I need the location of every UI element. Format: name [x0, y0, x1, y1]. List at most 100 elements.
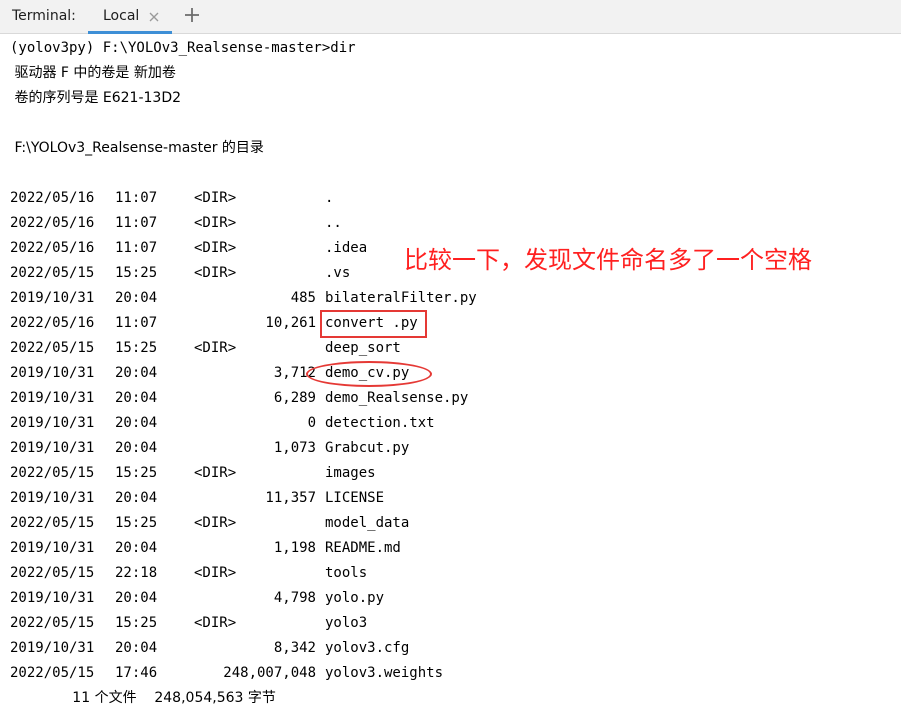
entry-time: 20:04 [115, 390, 158, 406]
entry-name: detection.txt [325, 415, 435, 431]
entry-date: 2022/05/15 [10, 665, 95, 681]
annotation-text: 比较一下，发现文件命名多了一个空格 [404, 246, 812, 274]
entry-name: yolov3.weights [325, 665, 444, 681]
entry-date: 2019/10/31 [10, 440, 95, 456]
directory-entry: 2019/10/31 20:04 11,357 LICENSE [10, 489, 890, 507]
terminal-output[interactable]: (yolov3py) F:\YOLOv3_Realsense-master>di… [0, 34, 901, 721]
entry-name: .. [325, 215, 342, 231]
entry-name: . [325, 190, 334, 206]
entry-type: <DIR> [194, 215, 237, 231]
entry-size: 248,007,048 [223, 665, 316, 681]
entry-name: model_data [325, 515, 410, 531]
entry-time: 15:25 [115, 515, 158, 531]
entry-name: .idea [325, 240, 368, 256]
entry-time: 20:04 [115, 365, 158, 381]
directory-entry: 2022/05/15 15:25 <DIR> images [10, 464, 890, 482]
entry-time: 11:07 [115, 190, 158, 206]
summary-line: 11 个文件 248,054,563 字节 [10, 690, 276, 706]
entry-time: 15:25 [115, 340, 158, 356]
directory-entry: 2022/05/15 15:25 <DIR> model_data [10, 514, 890, 532]
entry-time: 15:25 [115, 465, 158, 481]
directory-entry: 2019/10/31 20:04 1,073 Grabcut.py [10, 439, 890, 457]
directory-entry: 2019/10/31 20:04 6,289 demo_Realsense.py [10, 389, 890, 407]
entry-time: 11:07 [115, 240, 158, 256]
tab-label: Local [103, 8, 140, 24]
entry-size: 4,798 [273, 590, 316, 606]
entry-time: 20:04 [115, 640, 158, 656]
entry-type: <DIR> [194, 240, 237, 256]
entry-time: 20:04 [115, 590, 158, 606]
directory-entry: 2019/10/31 20:04 485 bilateralFilter.py [10, 289, 890, 307]
directory-entry: 2019/10/31 20:04 1,198 README.md [10, 539, 890, 557]
entry-name: LICENSE [325, 490, 385, 506]
entry-date: 2019/10/31 [10, 490, 95, 506]
prompt-line: (yolov3py) F:\YOLOv3_Realsense-master>di… [10, 40, 356, 56]
directory-entry: 2019/10/31 20:04 3,712 demo_cv.py [10, 364, 890, 382]
close-icon[interactable] [147, 9, 161, 23]
entry-date: 2022/05/15 [10, 615, 95, 631]
entry-name: bilateralFilter.py [325, 290, 477, 306]
entry-date: 2022/05/15 [10, 565, 95, 581]
entry-name: images [325, 465, 376, 481]
entry-type: <DIR> [194, 340, 237, 356]
entry-type: <DIR> [194, 190, 237, 206]
tool-window-tabbar: Terminal: Local [0, 0, 901, 34]
highlight-rectangle [320, 310, 427, 338]
entry-type: <DIR> [194, 465, 237, 481]
directory-entry: 2019/10/31 20:04 0 detection.txt [10, 414, 890, 432]
directory-entry: 2019/10/31 20:04 4,798 yolo.py [10, 589, 890, 607]
entry-time: 11:07 [115, 215, 158, 231]
entry-size: 6,289 [273, 390, 316, 406]
entry-date: 2022/05/16 [10, 215, 95, 231]
entry-time: 20:04 [115, 540, 158, 556]
entry-name: yolov3.cfg [325, 640, 410, 656]
plus-icon[interactable] [183, 6, 201, 24]
entry-time: 20:04 [115, 290, 158, 306]
entry-time: 20:04 [115, 490, 158, 506]
entry-date: 2022/05/15 [10, 340, 95, 356]
entry-date: 2019/10/31 [10, 365, 95, 381]
entry-size: 10,261 [265, 315, 316, 331]
entry-time: 20:04 [115, 440, 158, 456]
directory-entry: 2022/05/15 15:25 <DIR> yolo3 [10, 614, 890, 632]
entry-type: <DIR> [194, 615, 237, 631]
directory-entry: 2022/05/16 11:07 <DIR>. [10, 189, 890, 207]
entry-type: <DIR> [194, 265, 237, 281]
entry-date: 2019/10/31 [10, 640, 95, 656]
entry-size: 8,342 [273, 640, 316, 656]
entry-name: yolo3 [325, 615, 368, 631]
entry-date: 2019/10/31 [10, 415, 95, 431]
entry-date: 2019/10/31 [10, 390, 95, 406]
entry-type: <DIR> [194, 565, 237, 581]
serial-line: 卷的序列号是 E621-13D2 [10, 90, 182, 106]
entry-size: 1,198 [273, 540, 316, 556]
directory-entry: 2022/05/15 15:25 <DIR> deep_sort [10, 339, 890, 357]
directory-entry: 2022/05/15 17:46 248,007,048 yolov3.weights [10, 664, 890, 682]
entry-time: 20:04 [115, 415, 158, 431]
entry-size: 0 [307, 415, 316, 431]
entry-size: 11,357 [265, 490, 316, 506]
entry-size: 1,073 [273, 440, 316, 456]
tool-window-title: Terminal: [12, 8, 76, 24]
entry-name: deep_sort [325, 340, 401, 356]
directory-header: F:\YOLOv3_Realsense-master 的目录 [10, 140, 264, 156]
entry-date: 2019/10/31 [10, 290, 95, 306]
entry-name: demo_Realsense.py [325, 390, 469, 406]
entry-name: README.md [325, 540, 401, 556]
entry-date: 2022/05/15 [10, 515, 95, 531]
entry-name: tools [325, 565, 368, 581]
entry-date: 2022/05/16 [10, 240, 95, 256]
entry-date: 2022/05/15 [10, 265, 95, 281]
entry-date: 2019/10/31 [10, 590, 95, 606]
entry-type: <DIR> [194, 515, 237, 531]
tab-local[interactable]: Local [88, 0, 172, 34]
highlight-ellipse [306, 361, 432, 387]
entry-date: 2019/10/31 [10, 540, 95, 556]
volume-line: 驱动器 F 中的卷是 新加卷 [10, 65, 176, 81]
entry-time: 15:25 [115, 265, 158, 281]
entry-time: 15:25 [115, 615, 158, 631]
entry-name: yolo.py [325, 590, 385, 606]
entry-name: .vs [325, 265, 351, 281]
entry-time: 17:46 [115, 665, 158, 681]
directory-entry: 2019/10/31 20:04 8,342 yolov3.cfg [10, 639, 890, 657]
